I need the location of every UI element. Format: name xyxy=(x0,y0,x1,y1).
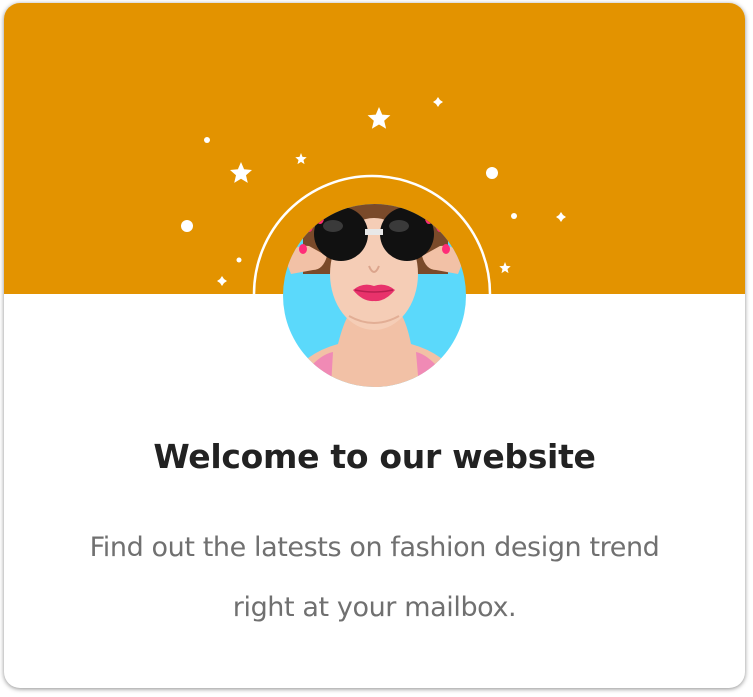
card-description: Find out the latests on fashion design t… xyxy=(89,532,660,623)
card-title: Welcome to our website xyxy=(153,437,596,476)
avatar-portrait xyxy=(283,204,466,387)
sparkle-dot-icon xyxy=(511,213,517,219)
sparkle-dot-icon xyxy=(486,167,498,179)
sparkle-dot-icon xyxy=(236,257,242,263)
sparkle-dot-icon xyxy=(181,220,193,232)
sparkle-dot-icon xyxy=(204,137,210,143)
welcome-card: Welcome to our website Find out the late… xyxy=(4,3,745,688)
avatar xyxy=(283,204,466,387)
